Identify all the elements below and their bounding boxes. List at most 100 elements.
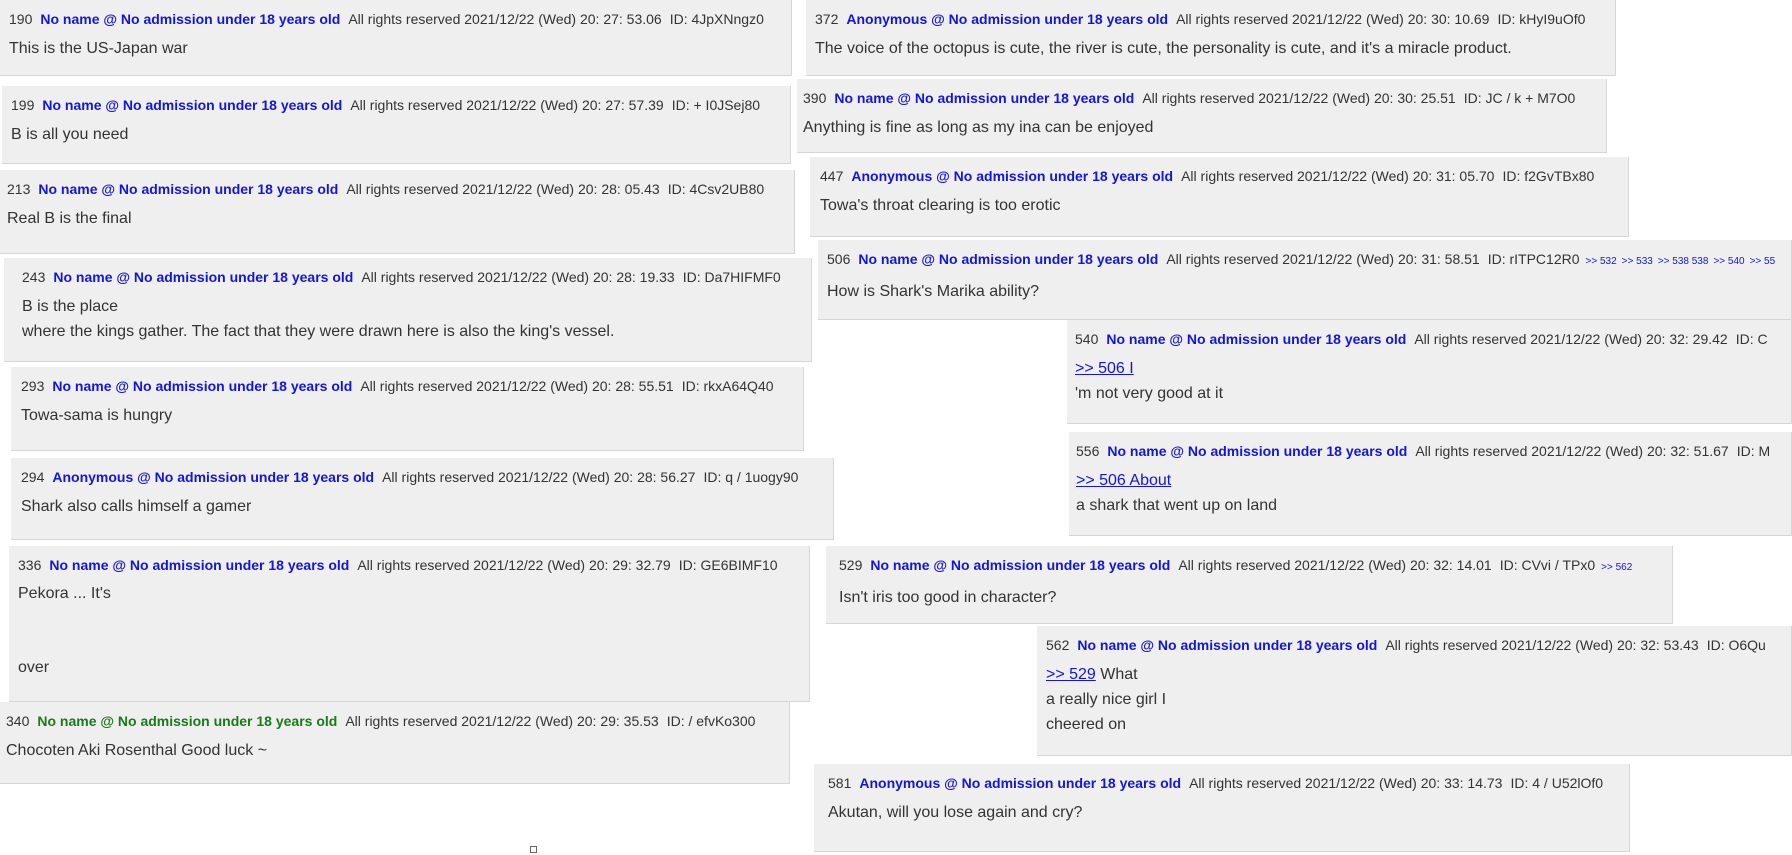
post-text: How is Shark's Marika ability? (827, 283, 1040, 300)
post-556: 556 No name @ No admission under 18 years… (1069, 432, 1792, 536)
post-213: 213 No name @ No admission under 18 years… (0, 170, 795, 254)
post-number: 581 (828, 775, 852, 791)
post-text: B is all you need (11, 126, 129, 143)
poster-name[interactable]: No name @ No admission under 18 years ol… (1107, 443, 1407, 459)
post-340: 340 No name @ No admission under 18 years… (0, 702, 790, 784)
poster-id[interactable]: ID: C (1736, 331, 1768, 347)
post-text: Real B is the final (7, 210, 132, 227)
post-number: 390 (803, 90, 827, 106)
post-540: 540 No name @ No admission under 18 years… (1067, 320, 1792, 424)
poster-id[interactable]: ID: 4JpXNngz0 (670, 11, 764, 27)
poster-id[interactable]: ID: GE6BIMF10 (679, 557, 778, 573)
post-text: Isn't iris too good in character? (839, 589, 1057, 606)
poster-name[interactable]: No name @ No admission under 18 years ol… (49, 557, 349, 573)
post-number: 293 (21, 378, 45, 394)
post-date: All rights reserved 2021/12/22 (Wed) 20:… (346, 181, 660, 197)
poster-name[interactable]: Anonymous @ No admission under 18 years … (52, 469, 374, 485)
poster-id[interactable]: ID: CVvi / TPx0 (1500, 557, 1595, 573)
poster-id[interactable]: ID: q / 1uogy90 (703, 469, 798, 485)
post-text: Chocoten Aki Rosenthal Good luck ~ (6, 742, 268, 759)
post-number: 529 (839, 557, 863, 573)
post-text: Towa's throat clearing is too erotic (820, 197, 1061, 214)
post-529: 529 No name @ No admission under 18 years… (826, 546, 1673, 624)
ref-link[interactable]: >> 532 (1586, 256, 1617, 267)
post-text: where the kings gather. The fact that th… (22, 323, 615, 340)
post-number: 190 (9, 11, 33, 27)
poster-name[interactable]: No name @ No admission under 18 years ol… (1077, 637, 1377, 653)
post-447: 447 Anonymous @ No admission under 18 yea… (810, 157, 1629, 237)
post-date: All rights reserved 2021/12/22 (Wed) 20:… (361, 269, 675, 285)
post-date: All rights reserved 2021/12/22 (Wed) 20:… (360, 378, 674, 394)
poster-id[interactable]: ID: + I0JSej80 (672, 97, 760, 113)
ref-link[interactable]: >> 562 (1601, 562, 1632, 573)
poster-id[interactable]: ID: / efvKo300 (667, 713, 756, 729)
ref-link[interactable]: >> 538 538 (1658, 256, 1709, 267)
post-581: 581 Anonymous @ No admission under 18 yea… (814, 764, 1630, 852)
poster-name[interactable]: Anonymous @ No admission under 18 years … (859, 775, 1181, 791)
post-199: 199 No name @ No admission under 18 years… (2, 86, 791, 164)
post-date: All rights reserved 2021/12/22 (Wed) 20:… (1414, 331, 1728, 347)
ref-link[interactable]: >> 540 (1713, 256, 1744, 267)
poster-name[interactable]: No name @ No admission under 18 years ol… (1106, 331, 1406, 347)
ref-link[interactable]: >> 533 (1622, 256, 1653, 267)
poster-name[interactable]: No name @ No admission under 18 years ol… (53, 269, 353, 285)
poster-name[interactable]: No name @ No admission under 18 years ol… (40, 11, 340, 27)
post-date: All rights reserved 2021/12/22 (Wed) 20:… (345, 713, 659, 729)
post-number: 199 (11, 97, 35, 113)
post-text: What (1095, 666, 1138, 683)
poster-name[interactable]: No name @ No admission under 18 years ol… (858, 251, 1158, 267)
poster-id[interactable]: ID: O6Qu (1707, 637, 1766, 653)
post-text: cheered on (1046, 716, 1127, 733)
post-190: 190 No name @ No admission under 18 years… (0, 0, 792, 76)
poster-id[interactable]: ID: Da7HIFMF0 (683, 269, 781, 285)
poster-name[interactable]: No name @ No admission under 18 years ol… (37, 713, 337, 729)
post-date: All rights reserved 2021/12/22 (Wed) 20:… (1181, 168, 1495, 184)
poster-name[interactable]: Anonymous @ No admission under 18 years … (851, 168, 1173, 184)
poster-id[interactable]: ID: 4Csv2UB80 (668, 181, 764, 197)
post-date: All rights reserved 2021/12/22 (Wed) 20:… (1178, 557, 1492, 573)
post-336: 336 No name @ No admission under 18 years… (9, 546, 810, 702)
post-number: 336 (18, 557, 42, 573)
poster-id[interactable]: ID: rITPC12R0 (1488, 251, 1580, 267)
post-506: 506 No name @ No admission under 18 years… (818, 240, 1792, 320)
post-562: 562 No name @ No admission under 18 years… (1037, 626, 1792, 756)
post-text: a really nice girl I (1046, 691, 1167, 708)
post-text: Anything is fine as long as my ina can b… (803, 119, 1154, 136)
poster-name[interactable]: No name @ No admission under 18 years ol… (52, 378, 352, 394)
poster-name[interactable]: Anonymous @ No admission under 18 years … (846, 11, 1168, 27)
post-number: 340 (6, 713, 30, 729)
post-number: 540 (1075, 331, 1099, 347)
post-date: All rights reserved 2021/12/22 (Wed) 20:… (1385, 637, 1699, 653)
poster-name[interactable]: No name @ No admission under 18 years ol… (38, 181, 338, 197)
post-372: 372 Anonymous @ No admission under 18 yea… (806, 0, 1616, 76)
poster-id[interactable]: ID: JC / k + M7O0 (1464, 90, 1576, 106)
poster-name[interactable]: No name @ No admission under 18 years ol… (834, 90, 1134, 106)
poster-id[interactable]: ID: rkxA64Q40 (682, 378, 774, 394)
reply-link[interactable]: >> 506 I (1075, 356, 1782, 381)
reply-link[interactable]: >> 529 (1046, 666, 1096, 683)
poster-id[interactable]: ID: 4 / U52lOf0 (1510, 775, 1603, 791)
small-square-icon[interactable] (530, 846, 537, 853)
post-text: over (18, 658, 50, 676)
post-293: 293 No name @ No admission under 18 years… (11, 367, 804, 451)
ref-link[interactable]: >> 55 (1750, 256, 1776, 267)
post-date: All rights reserved 2021/12/22 (Wed) 20:… (1415, 443, 1729, 459)
poster-name[interactable]: No name @ No admission under 18 years ol… (42, 97, 342, 113)
post-date: All rights reserved 2021/12/22 (Wed) 20:… (1142, 90, 1456, 106)
post-text: Akutan, will you lose again and cry? (828, 804, 1083, 821)
reply-refs: >> 532 >> 533 >> 538 538 >> 540 >> 55 (1586, 256, 1781, 267)
post-text: The voice of the octopus is cute, the ri… (815, 40, 1512, 57)
poster-id[interactable]: ID: f2GvTBx80 (1502, 168, 1594, 184)
post-number: 213 (7, 181, 31, 197)
post-243: 243 No name @ No admission under 18 years… (4, 258, 812, 362)
post-text: Shark also calls himself a gamer (21, 498, 252, 515)
post-date: All rights reserved 2021/12/22 (Wed) 20:… (357, 557, 671, 573)
post-date: All rights reserved 2021/12/22 (Wed) 20:… (348, 11, 662, 27)
post-number: 556 (1076, 443, 1100, 459)
poster-id[interactable]: ID: M (1737, 443, 1770, 459)
poster-name[interactable]: No name @ No admission under 18 years ol… (870, 557, 1170, 573)
reply-link[interactable]: >> 506 About (1076, 468, 1782, 493)
post-text: 'm not very good at it (1075, 385, 1224, 402)
poster-id[interactable]: ID: kHyI9uOf0 (1497, 11, 1585, 27)
